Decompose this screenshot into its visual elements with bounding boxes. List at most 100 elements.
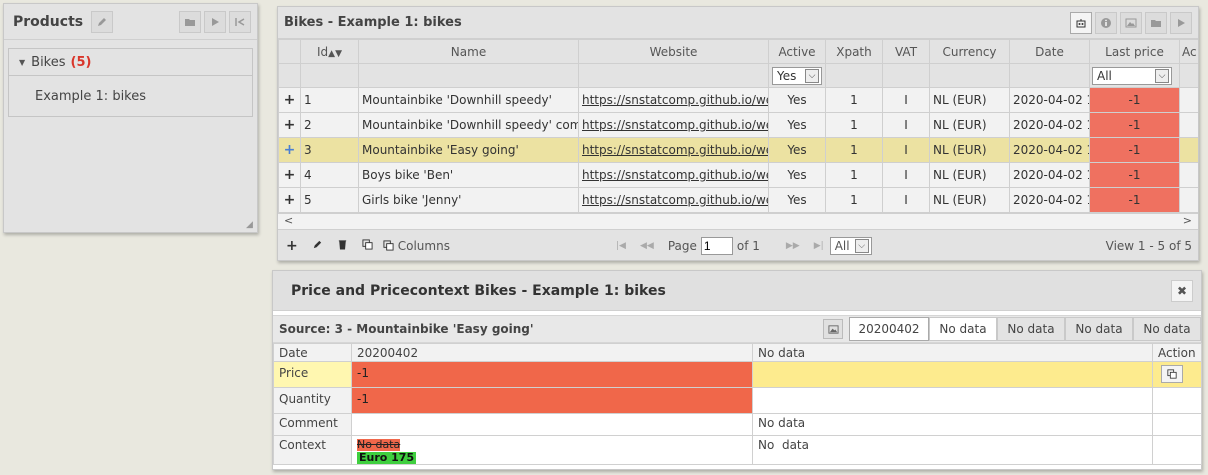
cell-name: Mountainbike 'Downhill speedy' bbox=[358, 87, 579, 113]
image-button[interactable] bbox=[1120, 11, 1142, 34]
column-header-name[interactable]: Name bbox=[358, 39, 579, 64]
tree-group-bikes[interactable]: ▼ Bikes (5) bbox=[9, 49, 252, 76]
cell-id: 5 bbox=[300, 187, 359, 213]
robot-button[interactable] bbox=[1070, 11, 1092, 34]
caret-down-icon[interactable]: ▼ bbox=[19, 58, 25, 67]
edit-row-icon[interactable] bbox=[312, 239, 323, 253]
active-filter-select[interactable]: Yes ⌵ bbox=[772, 66, 822, 85]
sort-icon[interactable]: ▲▼ bbox=[328, 49, 342, 59]
cell-date: 2020-04-02 1 bbox=[1009, 112, 1090, 138]
column-header-date[interactable]: Date bbox=[1009, 39, 1090, 64]
column-header-last-price[interactable]: Last price bbox=[1089, 39, 1180, 64]
play-icon bbox=[1178, 18, 1185, 27]
delete-row-icon[interactable] bbox=[337, 239, 348, 253]
rows-per-page-select[interactable]: All ⌵ bbox=[829, 236, 872, 255]
folder-button[interactable] bbox=[1145, 11, 1167, 34]
cell-website-link[interactable]: https://snstatcomp.github.io/web bbox=[578, 112, 769, 138]
folder-button[interactable] bbox=[179, 10, 201, 33]
expand-row-icon[interactable]: + bbox=[278, 187, 301, 213]
tab-no-data-2[interactable]: No data bbox=[997, 317, 1065, 341]
column-header-active[interactable]: Active bbox=[768, 39, 826, 64]
products-header: Products bbox=[4, 4, 257, 40]
column-header-website[interactable]: Website bbox=[578, 39, 769, 64]
horizontal-scrollbar[interactable]: < > bbox=[278, 213, 1198, 229]
expand-row-icon[interactable]: + bbox=[278, 162, 301, 188]
cell-id: 4 bbox=[300, 162, 359, 188]
cell-currency: NL (EUR) bbox=[929, 162, 1010, 188]
next-page-icon[interactable]: ▶▶ bbox=[786, 241, 800, 251]
cell-last-price: -1 bbox=[1089, 137, 1180, 163]
copy-row-icon[interactable] bbox=[362, 238, 373, 253]
column-header-actions[interactable]: Ac bbox=[1179, 39, 1198, 64]
expand-row-icon[interactable]: + bbox=[278, 112, 301, 138]
column-header-xpath[interactable]: Xpath bbox=[825, 39, 883, 64]
column-header-currency[interactable]: Currency bbox=[929, 39, 1010, 64]
scroll-right-icon[interactable]: > bbox=[1183, 214, 1192, 227]
column-header-id[interactable]: Id▲▼ bbox=[300, 39, 359, 64]
price-value-2[interactable] bbox=[752, 361, 1153, 388]
price-header: Price and Pricecontext Bikes - Example 1… bbox=[273, 271, 1201, 311]
image-button[interactable] bbox=[823, 319, 843, 339]
context-value-2[interactable]: No data bbox=[752, 435, 1153, 465]
cell-actions[interactable] bbox=[1179, 187, 1198, 213]
table-row[interactable]: +1 Mountainbike 'Downhill speedy' https://… bbox=[278, 87, 1198, 113]
folder-icon bbox=[185, 18, 195, 26]
table-row[interactable]: +5 Girls bike 'Jenny' https://snstatcomp.g… bbox=[278, 187, 1198, 213]
cell-website-link[interactable]: https://snstatcomp.github.io/web bbox=[578, 187, 769, 213]
table-row[interactable]: +3 Mountainbike 'Easy going' https://snsta… bbox=[278, 137, 1198, 163]
expand-row-icon[interactable]: + bbox=[278, 87, 301, 113]
context-value[interactable]: No data Euro 175 bbox=[351, 435, 753, 465]
tab-no-data-1[interactable]: No data bbox=[929, 317, 997, 341]
play-button[interactable] bbox=[1170, 11, 1192, 34]
tree-item-example1[interactable]: Example 1: bikes bbox=[9, 76, 252, 116]
comment-row: Comment No data bbox=[273, 413, 1202, 436]
cell-name: Mountainbike 'Downhill speedy' compl bbox=[358, 112, 579, 138]
cell-actions[interactable] bbox=[1179, 137, 1198, 163]
tree-group-label: Bikes bbox=[31, 54, 66, 70]
cell-date: 2020-04-02 1 bbox=[1009, 187, 1090, 213]
cell-website-link[interactable]: https://snstatcomp.github.io/web bbox=[578, 87, 769, 113]
resize-handle-icon[interactable]: ◢ bbox=[246, 221, 254, 230]
expand-row-icon[interactable]: + bbox=[278, 137, 301, 163]
collapse-left-button[interactable] bbox=[229, 10, 251, 33]
last-page-icon[interactable]: ▶| bbox=[814, 241, 824, 251]
source-bar: Source: 3 - Mountainbike 'Easy going' 20… bbox=[273, 315, 1201, 343]
tab-no-data-4[interactable]: No data bbox=[1133, 317, 1201, 341]
column-header-vat[interactable]: VAT bbox=[882, 39, 930, 64]
grid-body: +1 Mountainbike 'Downhill speedy' https://… bbox=[278, 87, 1198, 213]
cell-website-link[interactable]: https://snstatcomp.github.io/web bbox=[578, 137, 769, 163]
cell-vat: I bbox=[882, 112, 930, 138]
cell-actions[interactable] bbox=[1179, 112, 1198, 138]
scroll-left-icon[interactable]: < bbox=[284, 214, 293, 227]
date-tab-input[interactable]: 20200402 bbox=[849, 317, 929, 341]
page-of-label: of 1 bbox=[736, 238, 760, 253]
info-button[interactable] bbox=[1095, 11, 1117, 34]
cell-actions[interactable] bbox=[1179, 162, 1198, 188]
edit-pencil-button[interactable] bbox=[91, 10, 114, 33]
quantity-value-2[interactable] bbox=[752, 387, 1153, 414]
table-row[interactable]: +2 Mountainbike 'Downhill speedy' compl ht… bbox=[278, 112, 1198, 138]
bikes-table: Id▲▼ Name Website Active Xpath VAT Curre… bbox=[278, 39, 1198, 213]
copy-button[interactable] bbox=[1161, 365, 1183, 383]
cell-actions[interactable] bbox=[1179, 87, 1198, 113]
comment-value[interactable] bbox=[351, 413, 753, 436]
page-number-input[interactable] bbox=[700, 236, 733, 255]
cell-currency: NL (EUR) bbox=[929, 137, 1010, 163]
table-row[interactable]: +4 Boys bike 'Ben' https://snstatcomp.gith… bbox=[278, 162, 1198, 188]
prev-page-icon[interactable]: ◀◀ bbox=[640, 241, 654, 251]
close-button[interactable]: ✖ bbox=[1171, 279, 1193, 302]
add-row-icon[interactable]: + bbox=[286, 238, 298, 254]
cell-website-link[interactable]: https://snstatcomp.github.io/web bbox=[578, 162, 769, 188]
last-price-filter-select[interactable]: All ⌵ bbox=[1092, 66, 1172, 85]
first-page-icon[interactable]: |◀ bbox=[616, 241, 626, 251]
bikes-grid-panel: Bikes - Example 1: bikes Id▲▼ Name Websi… bbox=[277, 6, 1199, 261]
columns-button[interactable]: Columns bbox=[383, 239, 450, 253]
cell-name: Mountainbike 'Easy going' bbox=[358, 137, 579, 163]
quantity-value[interactable]: -1 bbox=[351, 387, 753, 414]
tab-no-data-3[interactable]: No data bbox=[1065, 317, 1133, 341]
play-button[interactable] bbox=[204, 10, 226, 33]
quantity-row: Quantity -1 bbox=[273, 387, 1202, 414]
comment-value-2[interactable]: No data bbox=[752, 413, 1153, 436]
cell-id: 3 bbox=[300, 137, 359, 163]
price-value[interactable]: -1 bbox=[351, 361, 753, 388]
